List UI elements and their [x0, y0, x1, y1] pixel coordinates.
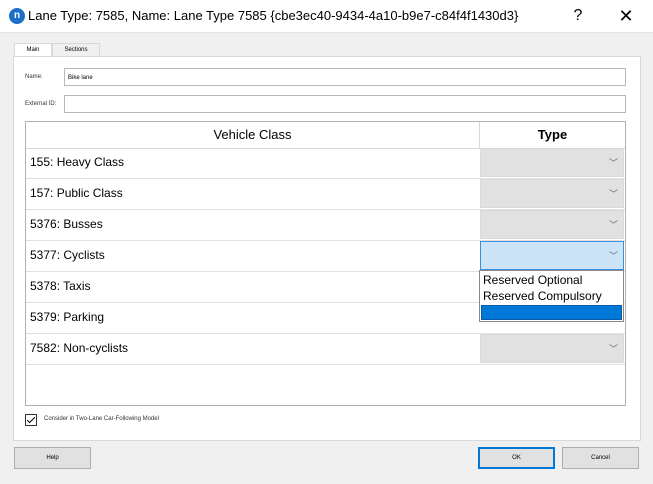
title-bar: n Lane Type: 7585, Name: Lane Type 7585 …	[0, 0, 653, 33]
name-label: Name:	[25, 74, 43, 80]
table-row[interactable]: 5377: Cyclists ﹀	[26, 240, 625, 272]
window-title: Lane Type: 7585, Name: Lane Type 7585 {c…	[28, 8, 519, 23]
type-combo[interactable]: ﹀	[480, 148, 624, 177]
chevron-down-icon: ﹀	[608, 158, 618, 168]
help-button[interactable]: Help	[14, 447, 91, 469]
vehicle-class-name: 7582: Non-cyclists	[30, 341, 129, 355]
two-lane-model-label: Consider in Two-Lane Car-Following Model	[44, 416, 159, 422]
vehicle-class-name: 5379: Parking	[30, 310, 105, 324]
chevron-down-icon: ﹀	[608, 220, 618, 230]
vehicle-class-table: Vehicle Class Type 155: Heavy Class ﹀ 15…	[25, 121, 626, 406]
app-icon: n	[9, 8, 25, 24]
external-id-label: External ID:	[25, 101, 57, 107]
close-icon[interactable]: ✕	[606, 4, 646, 28]
two-lane-model-checkbox[interactable]	[25, 414, 37, 426]
name-input[interactable]: Bike lane	[64, 68, 626, 86]
chevron-down-icon: ﹀	[608, 251, 618, 261]
table-row[interactable]: 7582: Non-cyclists ﹀	[26, 333, 625, 365]
type-combo-open[interactable]: ﹀	[480, 241, 624, 270]
external-id-input[interactable]	[64, 95, 626, 113]
ok-button[interactable]: OK	[478, 447, 555, 469]
help-icon[interactable]: ?	[558, 4, 598, 28]
type-dropdown-list: Reserved Optional Reserved Compulsory	[479, 270, 624, 322]
vehicle-class-name: 155: Heavy Class	[30, 155, 125, 169]
chevron-down-icon: ﹀	[608, 189, 618, 199]
table-row[interactable]: 157: Public Class ﹀	[26, 178, 625, 210]
type-combo[interactable]: ﹀	[480, 210, 624, 239]
table-row[interactable]: 155: Heavy Class ﹀	[26, 147, 625, 179]
type-combo[interactable]: ﹀	[480, 179, 624, 208]
column-header-vehicle-class[interactable]: Vehicle Class	[26, 122, 480, 149]
dropdown-option-empty-selected[interactable]	[481, 305, 622, 320]
vehicle-class-name: 5378: Taxis	[30, 279, 91, 293]
vehicle-class-name: 5377: Cyclists	[30, 248, 105, 262]
column-header-type[interactable]: Type	[480, 122, 625, 149]
dropdown-option-reserved-optional[interactable]: Reserved Optional	[483, 273, 582, 287]
type-combo[interactable]: ﹀	[480, 334, 624, 363]
dropdown-option-reserved-compulsory[interactable]: Reserved Compulsory	[483, 289, 602, 303]
cancel-button[interactable]: Cancel	[562, 447, 639, 469]
vehicle-class-name: 5376: Busses	[30, 217, 103, 231]
table-row[interactable]: 5376: Busses ﹀	[26, 209, 625, 241]
chevron-down-icon: ﹀	[608, 344, 618, 354]
vehicle-class-name: 157: Public Class	[30, 186, 123, 200]
